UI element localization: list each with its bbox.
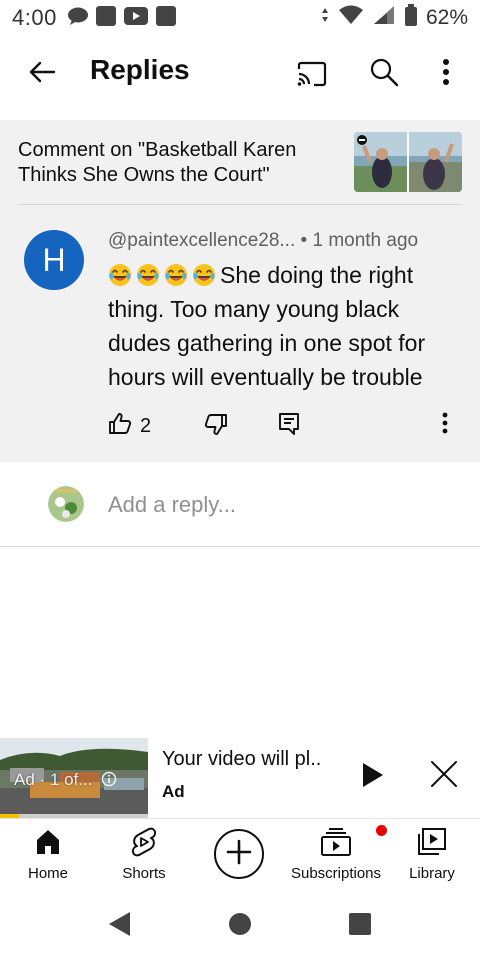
page-title: Replies	[90, 54, 190, 85]
laughing-emoji-icon	[192, 262, 220, 288]
nav-label-home: Home	[27, 865, 68, 882]
data-arrows-icon	[320, 6, 330, 30]
info-icon[interactable]	[101, 771, 117, 792]
comment-panel: Comment on "Basketball Karen Thinks She …	[0, 120, 480, 462]
subscriptions-icon	[320, 819, 387, 865]
thumbs-up-icon	[108, 412, 132, 441]
status-bar: 4:00 62%	[0, 0, 480, 36]
close-icon	[428, 761, 460, 794]
notification-square-icon	[95, 5, 117, 32]
system-home-button[interactable]	[228, 912, 252, 941]
search-icon	[369, 57, 399, 92]
nav-label-shorts: Shorts	[122, 865, 166, 882]
signal-icon	[372, 5, 396, 31]
meta-separator: •	[300, 230, 308, 251]
comment-author[interactable]: @paintexcellence28...	[108, 230, 295, 251]
shorts-icon	[130, 819, 158, 865]
mini-player-title[interactable]: Your video will pl..	[162, 748, 321, 771]
video-context-title[interactable]: Comment on "Basketball Karen Thinks She …	[18, 138, 318, 188]
library-icon	[417, 819, 447, 865]
ad-counter: Ad · 1 of...	[14, 770, 93, 789]
like-button[interactable]: 2	[108, 410, 151, 442]
laughing-emoji-group	[108, 262, 220, 288]
laughing-emoji-icon	[108, 262, 136, 288]
more-options-button[interactable]	[428, 54, 464, 94]
back-button[interactable]	[22, 54, 62, 94]
nav-library[interactable]: Library	[400, 819, 464, 893]
mini-player[interactable]: Ad · 1 of... Your video will pl.. Ad	[0, 738, 480, 818]
back-arrow-icon	[28, 60, 56, 89]
system-back-button[interactable]	[106, 910, 132, 943]
divider	[18, 204, 462, 205]
comment-reply-icon	[278, 413, 300, 440]
more-vert-icon	[442, 412, 448, 438]
video-thumbnail[interactable]	[354, 132, 462, 192]
system-recents-button[interactable]	[348, 912, 372, 941]
comment-time: 1 month ago	[312, 230, 419, 251]
cast-button[interactable]	[292, 56, 332, 96]
more-vert-icon	[442, 58, 450, 90]
user-avatar	[48, 486, 84, 522]
app-bar: Replies	[0, 36, 480, 112]
nav-label-library: Library	[409, 865, 455, 882]
home-icon	[34, 819, 62, 865]
wifi-icon	[338, 5, 364, 31]
cast-icon	[296, 61, 328, 92]
square-recents-icon	[348, 913, 372, 940]
create-icon	[225, 838, 253, 871]
add-reply-row	[0, 462, 480, 546]
nav-home[interactable]: Home	[14, 819, 82, 893]
laughing-emoji-icon	[164, 262, 192, 288]
laughing-emoji-icon	[136, 262, 164, 288]
ad-video-thumbnail[interactable]: Ad · 1 of...	[0, 738, 148, 818]
status-time: 4:00	[12, 5, 57, 30]
ad-overlay-text: Ad · 1 of...	[14, 770, 117, 792]
chat-bubble-icon	[67, 6, 89, 31]
circle-home-icon	[228, 913, 252, 940]
like-count: 2	[140, 414, 152, 437]
bottom-navigation: Home Shorts Subscriptions Library	[0, 818, 480, 892]
triangle-back-icon	[106, 912, 132, 942]
reply-input[interactable]	[108, 488, 448, 522]
dislike-button[interactable]	[204, 412, 228, 441]
comment-meta: @paintexcellence28... • 1 month ago	[108, 230, 418, 252]
battery-percent: 62%	[425, 6, 468, 29]
comment-actions: 2	[108, 410, 468, 442]
author-avatar[interactable]: H	[24, 230, 84, 290]
reply-button[interactable]	[278, 412, 300, 441]
play-icon	[360, 763, 386, 794]
play-button[interactable]	[360, 760, 386, 795]
battery-icon	[404, 4, 418, 32]
comment-more-button[interactable]	[442, 412, 448, 439]
thumbs-down-icon	[204, 414, 228, 440]
nav-label-subscriptions: Subscriptions	[290, 865, 382, 882]
mini-player-subtitle: Ad	[162, 782, 185, 801]
comment-body: She doing the right thing. Too many youn…	[108, 258, 458, 394]
search-button[interactable]	[364, 54, 404, 94]
nav-shorts[interactable]: Shorts	[108, 819, 180, 893]
notification-square-icon	[155, 5, 177, 32]
nav-subscriptions[interactable]: Subscriptions	[286, 819, 387, 893]
create-button[interactable]	[214, 829, 264, 879]
notification-badge	[376, 825, 387, 836]
close-button[interactable]	[428, 758, 460, 795]
system-navigation-bar	[0, 892, 480, 960]
youtube-icon	[123, 6, 149, 31]
divider	[0, 546, 480, 547]
